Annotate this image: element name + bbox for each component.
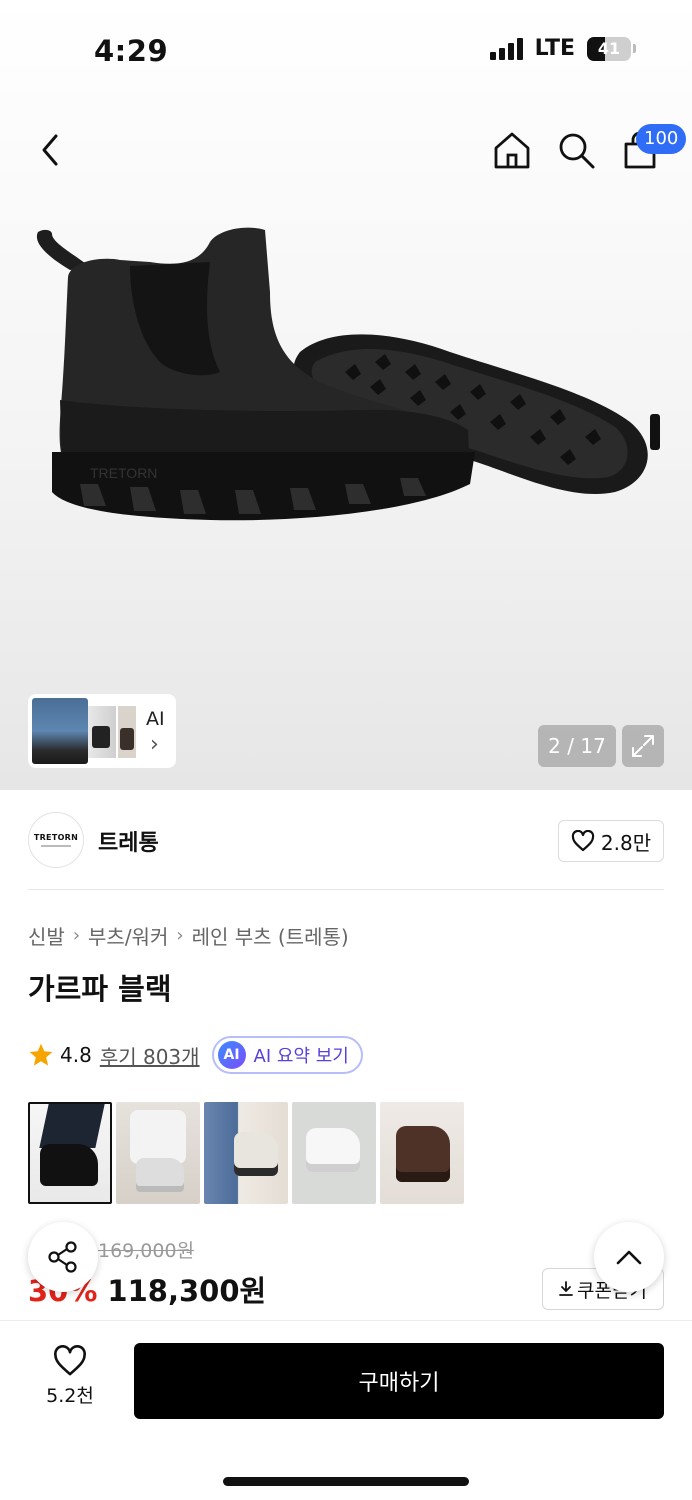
product-image: TRETORN [36, 227, 660, 521]
ai-summary-label: AI 요약 보기 [253, 1046, 349, 1067]
brand-like-button[interactable]: 2.8만 [558, 820, 664, 862]
ai-card-label: AI [146, 708, 165, 730]
product-title: 가르파 블랙 [28, 972, 172, 1006]
ai-thumbnail [88, 706, 116, 758]
boot-logo-text: TRETORN [90, 465, 157, 481]
chevron-right-icon: › [176, 925, 184, 946]
wishlist-count: 5.2천 [46, 1385, 94, 1407]
network-type: LTE [534, 36, 575, 61]
home-indicator [223, 1477, 469, 1486]
ai-thumbnail [118, 706, 136, 758]
home-button[interactable] [488, 126, 536, 174]
brand-logo-text: TRETORN [33, 833, 79, 842]
brand-name[interactable]: 트레통 [98, 825, 159, 857]
search-button[interactable] [552, 126, 600, 174]
heart-icon [54, 1345, 86, 1376]
breadcrumb-item[interactable]: 신발 [28, 921, 65, 950]
review-photo-thumbnail[interactable] [116, 1102, 200, 1204]
share-button[interactable] [28, 1222, 98, 1292]
cart-count-badge: 100 [636, 124, 687, 154]
battery-percent: 41 [597, 38, 621, 58]
expand-button[interactable] [622, 725, 664, 767]
status-indicators: LTE 41 [489, 36, 636, 61]
battery-icon: 41 [587, 36, 631, 61]
review-photo-strip [28, 1102, 464, 1204]
chevron-up-icon [616, 1250, 642, 1265]
wishlist-button[interactable]: 5.2천 [28, 1345, 112, 1419]
review-photo-thumbnail[interactable] [28, 1102, 112, 1204]
divider [28, 889, 664, 890]
signal-icon [489, 37, 523, 60]
review-photo-thumbnail[interactable] [204, 1102, 288, 1204]
ai-thumbnail [32, 698, 88, 764]
rating-row: 4.8 후기 803개 AI AI 요약 보기 [28, 1036, 363, 1074]
status-time: 4:29 [94, 34, 169, 68]
product-gallery[interactable]: 4:29 LTE 41 100 TRETORN AI › 2 / 17 [0, 0, 692, 790]
rating-value: 4.8 [60, 1043, 92, 1067]
image-counter: 2 / 17 [538, 725, 616, 767]
sale-price: 118,300원 [107, 1274, 267, 1308]
breadcrumb: 신발 › 부츠/워커 › 레인 부츠 (트레통) [28, 921, 349, 950]
review-photo-thumbnail[interactable] [380, 1102, 464, 1204]
bottom-action-bar: 5.2천 구매하기 [0, 1320, 692, 1500]
original-price: 169,000원 [98, 1240, 195, 1262]
review-link[interactable]: 후기 803개 [100, 1041, 200, 1070]
share-icon [48, 1241, 77, 1273]
product-page: 4:29 LTE 41 100 TRETORN AI › 2 / 17 TRET… [0, 0, 692, 1500]
search-icon [559, 133, 595, 169]
download-icon [559, 1281, 573, 1296]
ai-icon: AI [217, 1041, 246, 1069]
back-button[interactable] [28, 126, 72, 174]
breadcrumb-item[interactable]: 부츠/워커 [88, 921, 168, 950]
buy-button[interactable]: 구매하기 [134, 1343, 664, 1419]
battery-cap [633, 44, 636, 53]
brand-like-count: 2.8만 [600, 830, 652, 855]
brand-logo-underline [41, 845, 71, 847]
ai-summary-button[interactable]: AI AI 요약 보기 [211, 1036, 363, 1074]
chevron-right-icon: › [72, 925, 81, 946]
review-photo-thumbnail[interactable] [292, 1102, 376, 1204]
expand-icon [632, 735, 654, 757]
scroll-top-button[interactable] [594, 1222, 664, 1292]
breadcrumb-item[interactable]: 레인 부츠 (트레통) [192, 921, 349, 950]
chevron-right-icon: › [150, 732, 159, 757]
chevron-left-icon [42, 134, 58, 166]
star-icon [29, 1043, 53, 1066]
ai-lookbook-card[interactable]: AI › [28, 694, 176, 768]
heart-icon [571, 830, 595, 852]
brand-logo[interactable]: TRETORN [28, 812, 84, 868]
home-icon [494, 132, 530, 169]
